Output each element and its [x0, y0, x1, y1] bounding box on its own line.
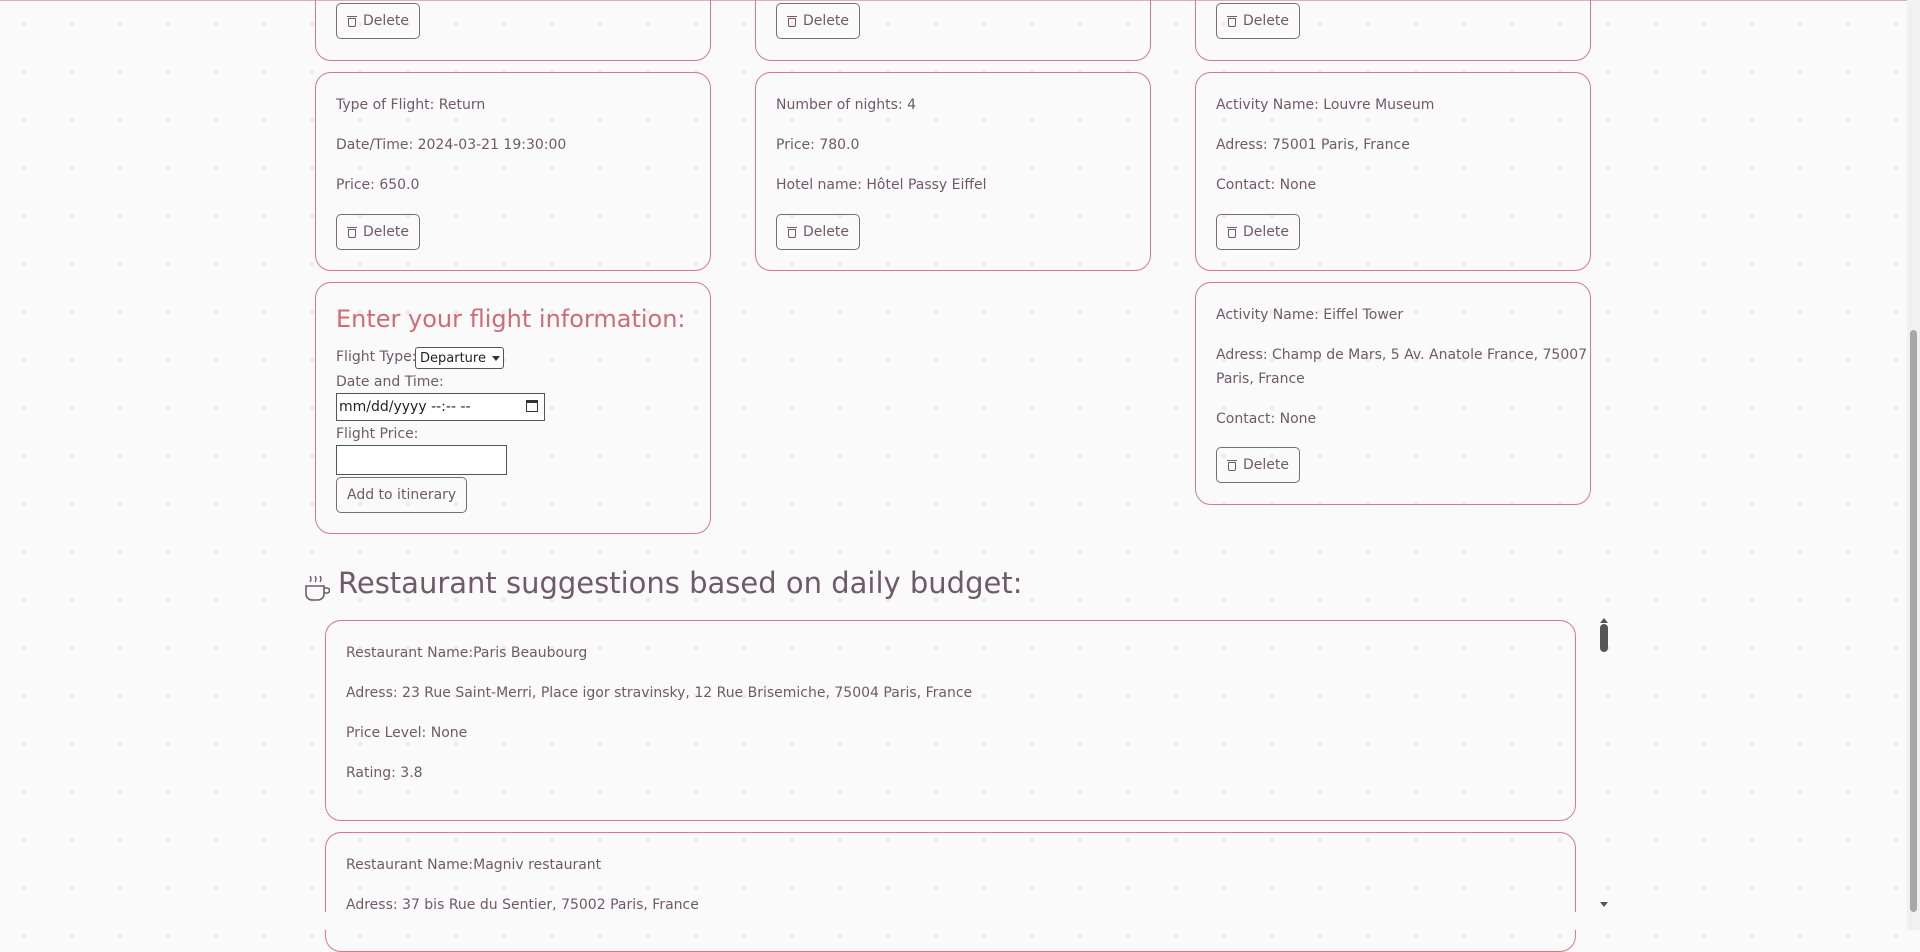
hotel-name: Hotel name: Hôtel Passy Eiffel	[776, 177, 987, 193]
trash-icon	[787, 226, 797, 238]
flight-type: Type of Flight: Return	[336, 97, 486, 113]
trash-icon	[1227, 459, 1237, 471]
flight-card: Type of Flight: Return Date/Time: 2024-0…	[315, 72, 711, 271]
activity-card: Activity Name: Eiffel Tower Adress: Cham…	[1195, 282, 1591, 505]
restaurant-card: Restaurant Name:Paris Beaubourg Adress: …	[325, 620, 1576, 821]
chevron-down-icon	[491, 355, 500, 361]
datetime-label: Date and Time:	[336, 374, 444, 390]
trash-icon	[1227, 15, 1237, 27]
inner-scroll-down-icon[interactable]	[1600, 902, 1608, 907]
delete-button[interactable]: Delete	[776, 214, 860, 250]
restaurant-card: Restaurant Name:Magniv restaurant Adress…	[325, 832, 1576, 952]
trash-icon	[787, 15, 797, 27]
delete-button[interactable]: Delete	[1216, 447, 1300, 483]
restaurant-address: Adress: 23 Rue Saint-Merri, Place igor s…	[346, 685, 973, 701]
delete-label: Delete	[803, 224, 849, 240]
delete-label: Delete	[803, 13, 849, 29]
activity-contact: Contact: None	[1216, 411, 1317, 427]
hotel-card: Number of nights: 4 Price: 780.0 Hotel n…	[755, 72, 1151, 271]
flight-card-top: Delete	[315, 0, 711, 61]
activity-address-line2: Paris, France	[1216, 371, 1305, 387]
add-to-itinerary-label: Add to itinerary	[347, 487, 457, 503]
activity-address: Adress: 75001 Paris, France	[1216, 137, 1410, 153]
flight-form-card: Enter your flight information: Flight Ty…	[315, 282, 711, 534]
delete-button[interactable]: Delete	[776, 3, 860, 39]
trash-icon	[347, 226, 357, 238]
restaurant-name: Restaurant Name:Paris Beaubourg	[346, 645, 588, 661]
flight-price-label: Flight Price:	[336, 426, 419, 442]
activity-contact: Contact: None	[1216, 177, 1317, 193]
restaurant-name: Restaurant Name:Magniv restaurant	[346, 857, 602, 873]
flight-datetime: Date/Time: 2024-03-21 19:30:00	[336, 137, 567, 153]
hotel-price: Price: 780.0	[776, 137, 860, 153]
delete-button[interactable]: Delete	[336, 214, 420, 250]
flight-price: Price: 650.0	[336, 177, 420, 193]
restaurant-price-level: Price Level: None	[346, 725, 468, 741]
flight-type-value: Departure	[420, 350, 486, 366]
activity-name: Activity Name: Louvre Museum	[1216, 97, 1435, 113]
delete-button[interactable]: Delete	[1216, 3, 1300, 39]
activity-card: Activity Name: Louvre Museum Adress: 750…	[1195, 72, 1591, 271]
restaurant-section-title: Restaurant suggestions based on daily bu…	[338, 566, 1023, 600]
delete-label: Delete	[1243, 13, 1289, 29]
restaurant-rating: Rating: 3.8	[346, 765, 423, 781]
scroll-clip	[320, 912, 1580, 930]
page-scrollbar-thumb[interactable]	[1910, 330, 1917, 912]
flight-form-title: Enter your flight information:	[336, 305, 686, 333]
inner-scrollbar-thumb[interactable]	[1600, 624, 1608, 652]
delete-button[interactable]: Delete	[336, 3, 420, 39]
activity-card-top: Delete	[1195, 0, 1591, 61]
activity-name: Activity Name: Eiffel Tower	[1216, 307, 1404, 323]
delete-label: Delete	[1243, 224, 1289, 240]
restaurant-address: Adress: 37 bis Rue du Sentier, 75002 Par…	[346, 897, 699, 913]
delete-button[interactable]: Delete	[1216, 214, 1300, 250]
calendar-icon[interactable]	[526, 400, 538, 412]
trash-icon	[347, 15, 357, 27]
hotel-card-top: Delete	[755, 0, 1151, 61]
flight-type-label: Flight Type:	[336, 349, 417, 365]
delete-label: Delete	[1243, 457, 1289, 473]
delete-label: Delete	[363, 13, 409, 29]
add-to-itinerary-button[interactable]: Add to itinerary	[336, 477, 468, 513]
flight-type-select[interactable]: Departure	[415, 347, 504, 369]
coffee-cup-icon	[305, 575, 330, 601]
activity-address-line1: Adress: Champ de Mars, 5 Av. Anatole Fra…	[1216, 347, 1588, 363]
trash-icon	[1227, 226, 1237, 238]
inner-scroll-up-icon[interactable]	[1600, 618, 1608, 623]
datetime-placeholder: mm/dd/yyyy --:-- --	[339, 399, 471, 415]
flight-price-input[interactable]	[336, 445, 507, 475]
delete-label: Delete	[363, 224, 409, 240]
datetime-input[interactable]: mm/dd/yyyy --:-- --	[336, 393, 545, 421]
hotel-nights: Number of nights: 4	[776, 97, 917, 113]
